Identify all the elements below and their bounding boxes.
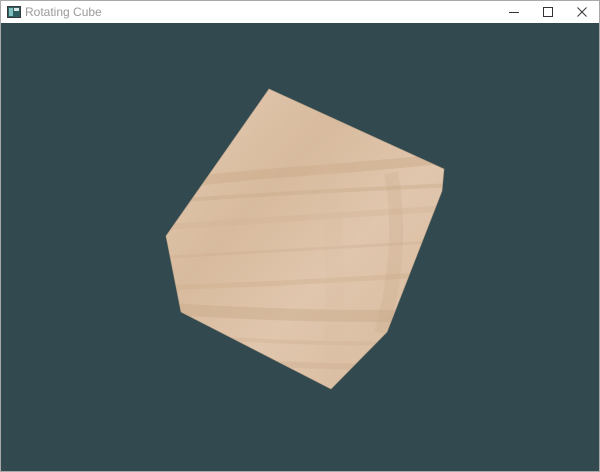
rotating-cube bbox=[165, 88, 445, 390]
render-viewport[interactable] bbox=[1, 23, 599, 471]
window-title: Rotating Cube bbox=[25, 5, 102, 19]
minimize-icon bbox=[509, 12, 519, 13]
app-window-icon bbox=[7, 5, 21, 19]
close-icon bbox=[577, 7, 587, 17]
maximize-button[interactable] bbox=[531, 1, 565, 23]
minimize-button[interactable] bbox=[497, 1, 531, 23]
app-window: Rotating Cube bbox=[0, 0, 600, 472]
maximize-icon bbox=[543, 7, 553, 17]
cube-canvas bbox=[165, 88, 445, 390]
close-button[interactable] bbox=[565, 1, 599, 23]
title-bar[interactable]: Rotating Cube bbox=[1, 1, 599, 23]
caption-buttons bbox=[497, 1, 599, 23]
